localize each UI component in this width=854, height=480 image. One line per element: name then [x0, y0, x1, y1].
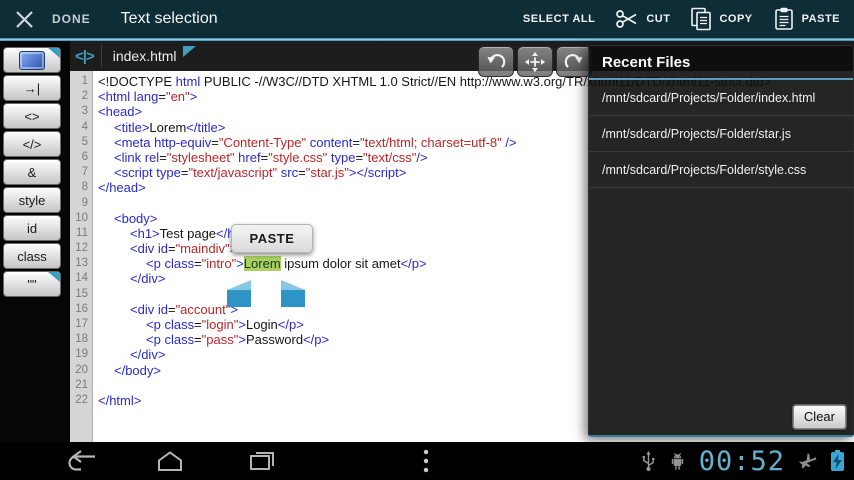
line-number: 2 [81, 90, 88, 103]
recent-files-panel: Recent Files /mnt/sdcard/Projects/Folder… [588, 45, 854, 437]
line-number: 14 [75, 272, 88, 285]
screen: DONE Text selection SELECT ALL CUT COPY [0, 0, 854, 480]
selection-handle-left[interactable] [227, 280, 251, 307]
recents-button[interactable] [234, 442, 290, 480]
close-icon [15, 10, 33, 28]
undo-button[interactable] [478, 46, 514, 77]
copy-icon [691, 7, 712, 31]
system-bar: 00:52 [0, 442, 854, 480]
line-number: 22 [75, 393, 88, 406]
code-tag-icon: <|> [75, 47, 95, 65]
select-all-button[interactable]: SELECT ALL [523, 0, 595, 38]
open-file-tab[interactable]: index.html [113, 48, 177, 64]
paste-icon [774, 7, 793, 30]
redo-button[interactable] [556, 46, 592, 77]
line-number: 4 [81, 120, 88, 133]
menu-overflow-icon [423, 449, 429, 473]
adb-robot-icon [671, 452, 683, 470]
snippet-sidebar: →| <> </> & style id class "" [0, 41, 70, 442]
sidebar-button-close-tag[interactable]: </> [3, 131, 61, 157]
cut-button[interactable]: CUT [615, 0, 670, 38]
recents-icon [250, 452, 274, 470]
move-cursor-button[interactable] [517, 46, 553, 77]
tab-separator [100, 45, 102, 67]
line-number: 8 [81, 181, 88, 194]
redo-icon [564, 53, 583, 68]
recent-files-list: /mnt/sdcard/Projects/Folder/index.html/m… [589, 80, 853, 188]
recent-files-title: Recent Files [602, 54, 691, 71]
line-number: 12 [75, 242, 88, 255]
menu-overflow-button[interactable] [408, 442, 444, 480]
corner-fold-icon [48, 272, 60, 282]
line-number: 18 [75, 333, 88, 346]
action-bar-actions: SELECT ALL CUT COPY PASTE [523, 0, 854, 38]
line-number: 20 [75, 363, 88, 376]
line-number: 21 [75, 378, 88, 391]
line-number: 5 [81, 135, 88, 148]
recent-file-item[interactable]: /mnt/sdcard/Projects/Folder/style.css [589, 152, 853, 188]
line-number: 15 [75, 287, 88, 300]
line-number: 11 [76, 226, 88, 239]
paste-label: PASTE [801, 13, 840, 25]
copy-label: COPY [719, 13, 753, 25]
line-number-gutter: 1 2 3 4 5 6 7 8 9 10 11 12 13 14 15 16 17 18 19 20 21 22 [70, 71, 93, 442]
line-number: 3 [81, 105, 88, 118]
sidebar-button-selection[interactable] [3, 47, 61, 73]
done-button[interactable]: DONE [52, 12, 91, 26]
modified-corner-icon [182, 45, 196, 57]
copy-button[interactable]: COPY [690, 0, 752, 38]
airplane-mode-icon [799, 453, 817, 469]
clear-button[interactable]: Clear [792, 405, 846, 429]
battery-icon [831, 449, 844, 471]
clock: 00:52 [698, 445, 785, 477]
line-number: 9 [81, 196, 88, 209]
sidebar-button-tab[interactable]: →| [3, 75, 61, 101]
back-button[interactable] [54, 442, 110, 480]
paste-popup-button[interactable]: PASTE [231, 224, 313, 253]
selection-handle-right[interactable] [281, 280, 305, 307]
select-all-label: SELECT ALL [522, 13, 596, 25]
paste-button[interactable]: PASTE [773, 0, 840, 38]
sidebar-button-style[interactable]: style [3, 187, 61, 213]
line-number: 7 [81, 166, 88, 179]
close-button[interactable] [4, 0, 44, 38]
blue-image-icon [19, 50, 45, 70]
sidebar-button-ampersand[interactable]: & [3, 159, 61, 185]
sidebar-button-quotes[interactable]: "" [3, 271, 61, 297]
back-icon [68, 450, 95, 471]
undo-icon [487, 53, 506, 68]
sidebar-button-id[interactable]: id [3, 215, 61, 241]
sidebar-button-angle-brackets[interactable]: <> [3, 103, 61, 129]
page-title: Text selection [120, 10, 218, 27]
recent-file-item[interactable]: /mnt/sdcard/Projects/Folder/star.js [589, 116, 853, 152]
floating-edit-buttons [478, 46, 592, 77]
line-number: 13 [75, 257, 88, 270]
line-number: 10 [75, 211, 88, 224]
usb-icon [642, 451, 655, 471]
line-number: 1 [81, 75, 88, 87]
line-number: 17 [75, 318, 88, 330]
recent-file-item[interactable]: /mnt/sdcard/Projects/Folder/index.html [589, 80, 853, 116]
line-number: 19 [75, 348, 88, 361]
corner-fold-icon [48, 48, 60, 58]
move-icon [524, 51, 546, 72]
line-number: 16 [75, 302, 88, 315]
home-button[interactable] [142, 442, 198, 480]
line-number: 6 [81, 150, 88, 163]
sidebar-button-class[interactable]: class [3, 243, 61, 269]
home-icon [158, 451, 182, 471]
action-bar: DONE Text selection SELECT ALL CUT COPY [0, 0, 854, 38]
status-cluster: 00:52 [641, 442, 844, 480]
cut-icon [616, 10, 637, 28]
cut-label: CUT [646, 13, 671, 25]
